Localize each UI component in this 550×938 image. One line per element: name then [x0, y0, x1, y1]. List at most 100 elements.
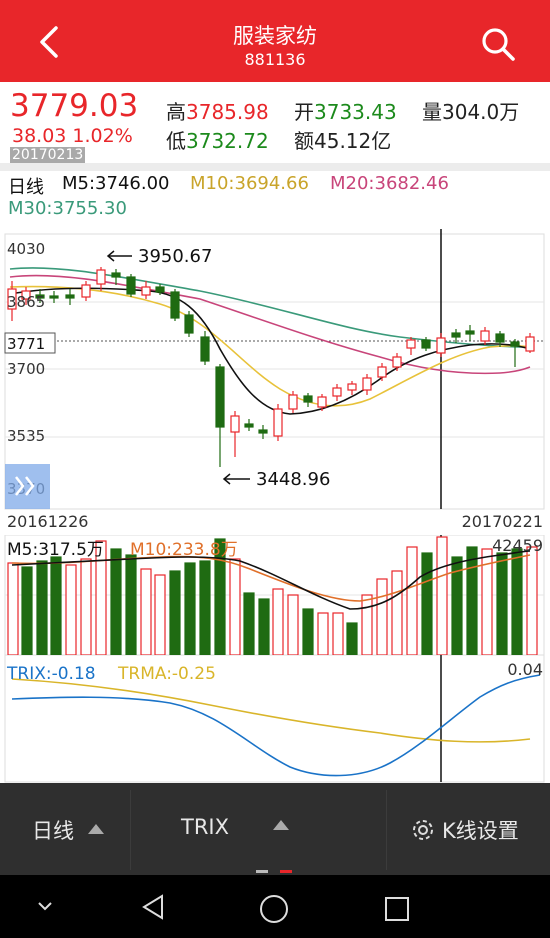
back-triangle-icon[interactable]: [138, 892, 168, 922]
volume-m10-legend: M10:233.8万: [130, 540, 238, 560]
trix-chart[interactable]: TRIX:-0.18 TRMA:-0.25 0.04: [0, 655, 550, 783]
volume-bar: [140, 568, 152, 655]
low-field: 低3732.72: [166, 125, 269, 154]
candle: [126, 276, 136, 295]
candle: [230, 415, 240, 433]
y-tick: 3865: [7, 293, 45, 311]
volume-bar: [21, 566, 33, 655]
indicator-selector-label: TRIX: [181, 815, 229, 839]
search-icon[interactable]: [476, 22, 520, 66]
quote-date: 20170213: [10, 147, 86, 163]
high-value: 3785.98: [186, 100, 269, 124]
candle: [525, 336, 535, 352]
volume-bar: [496, 552, 508, 655]
trix-max: 0.04: [507, 660, 543, 679]
candle: [200, 336, 210, 362]
volume-bar: [466, 546, 478, 655]
candle: [244, 423, 254, 428]
volume-bar: [36, 560, 48, 655]
candle: [421, 339, 431, 349]
low-value: 3732.72: [186, 129, 269, 153]
recents-square-icon[interactable]: [383, 895, 411, 923]
y-tick: 4030: [7, 240, 45, 258]
volume-bar: [184, 562, 196, 655]
kline-chart[interactable]: 4030 3865 3771 3700 3535 3370 3950.67 34…: [0, 229, 550, 535]
toolbar-divider: [386, 790, 387, 870]
volume-bar: [376, 578, 388, 655]
last-price: 3779.03: [10, 88, 139, 124]
page-indicator-dot-active: [280, 870, 292, 873]
amount-value: 45.12亿: [314, 129, 392, 153]
candle: [392, 356, 402, 368]
candle: [81, 284, 91, 298]
candle: [406, 339, 416, 349]
volume-bar: [421, 552, 433, 655]
volume-bar: [229, 558, 241, 655]
amount-label: 额: [294, 129, 314, 153]
page-indicator-dot: [256, 870, 268, 873]
candle: [510, 341, 520, 347]
volume-bar: [302, 608, 314, 655]
candle: [155, 286, 165, 293]
high-label: 高: [166, 100, 186, 124]
candle: [170, 291, 180, 319]
candle: [332, 387, 342, 397]
high-annotation: 3950.67: [138, 246, 212, 267]
double-chevron-right-icon[interactable]: [5, 464, 50, 509]
y-tick: 3535: [7, 427, 45, 445]
volume-m5-legend: M5:317.5万: [7, 540, 104, 560]
volume-bar: [110, 548, 122, 655]
chevron-down-icon[interactable]: [34, 898, 56, 914]
candle: [377, 366, 387, 378]
volume-max: 42459: [492, 536, 543, 555]
open-value: 3733.43: [314, 100, 397, 124]
volume-bar: [258, 598, 270, 655]
indicator-selector[interactable]: TRIX: [181, 815, 290, 839]
candle: [288, 394, 298, 410]
price-change: 38.03 1.02%: [12, 125, 133, 147]
kline-settings-button[interactable]: K线设置: [410, 815, 519, 845]
volume-bar: [80, 558, 92, 655]
period-selector[interactable]: 日线: [32, 815, 105, 845]
trix-legend: TRIX:-0.18: [6, 664, 96, 684]
volume-bar: [50, 556, 62, 655]
candle: [96, 269, 106, 285]
amount-field: 额45.12亿: [294, 125, 391, 154]
open-label: 开: [294, 100, 314, 124]
ma5-legend: M5:3746.00: [62, 173, 170, 194]
candle: [65, 294, 75, 299]
candle: [303, 395, 313, 403]
end-date: 20170221: [462, 512, 543, 531]
high-field: 高3785.98: [166, 96, 269, 125]
volume-bar: [169, 570, 181, 655]
volume-label: 量: [422, 100, 442, 124]
candle: [347, 383, 357, 391]
candle: [362, 377, 372, 391]
y-tick: 3771: [7, 335, 45, 353]
volume-bar: [125, 554, 137, 655]
candle: [49, 295, 59, 299]
toolbar-divider: [130, 790, 131, 870]
triangle-up-icon: [272, 820, 289, 830]
volume-bar: [361, 594, 373, 655]
volume-bar: [406, 546, 418, 655]
start-date: 20161226: [7, 512, 88, 531]
volume-bar: [287, 594, 299, 655]
volume-bar: [272, 588, 284, 655]
volume-bar: [317, 612, 329, 655]
low-annotation: 3448.96: [256, 469, 330, 490]
candle: [141, 286, 151, 296]
volume-value: 304.0万: [442, 100, 520, 124]
candle: [451, 332, 461, 338]
ma10-legend: M10:3694.66: [190, 173, 309, 194]
candle: [273, 408, 283, 437]
open-field: 开3733.43: [294, 96, 397, 125]
home-circle-icon[interactable]: [258, 893, 290, 925]
volume-chart[interactable]: M5:317.5万 M10:233.8万 42459: [0, 535, 550, 655]
candle: [495, 333, 505, 343]
page-title: 服装家纺: [233, 24, 317, 48]
candle: [215, 366, 225, 428]
period-label: 日线: [8, 177, 44, 198]
volume-bar: [346, 622, 358, 655]
kline-settings-label: K线设置: [442, 819, 519, 843]
